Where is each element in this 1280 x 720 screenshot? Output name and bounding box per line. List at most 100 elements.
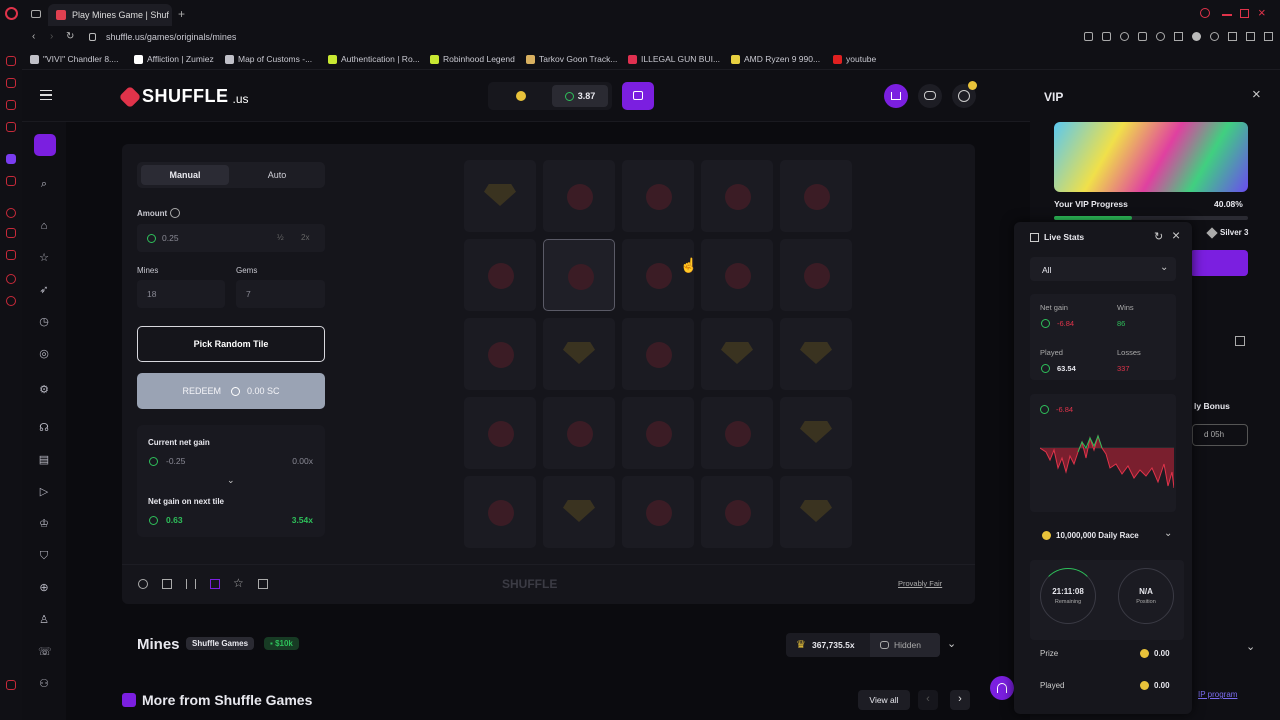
rocket-icon[interactable]: ➶ [38,284,50,296]
bookmark-item[interactable]: Affliction | Zumiez [134,54,214,64]
redeem-button[interactable]: REDEEM 0.00 SC [137,373,325,409]
chevron-down-icon[interactable]: ⌄ [947,637,956,650]
hamburger-menu-icon[interactable] [40,90,52,100]
currency-selector[interactable]: 3.87 [488,82,612,110]
live-casino-icon[interactable]: ◎ [38,348,50,360]
gift-icon[interactable] [258,579,268,589]
sidebar-icon[interactable] [6,296,16,306]
view-all-button[interactable]: View all [858,690,910,710]
mine-tile[interactable] [780,397,852,469]
close-window-icon[interactable]: × [1258,5,1266,20]
mine-tile[interactable] [543,239,615,311]
mine-tile[interactable] [701,397,773,469]
mine-tile[interactable] [543,160,615,232]
fullscreen-icon[interactable] [162,579,172,589]
mine-tile[interactable] [543,476,615,548]
user-icon[interactable]: ♙ [38,614,50,626]
chat-button[interactable] [918,84,942,108]
globe-icon[interactable]: ⊕ [38,582,50,594]
sidebar-icon[interactable] [6,176,16,186]
pick-random-tile-button[interactable]: Pick Random Tile [137,326,325,362]
bookmark-item[interactable]: ILLEGAL GUN BUI... [628,54,720,64]
vip-purple-button[interactable] [1190,250,1248,276]
mine-tile[interactable] [780,160,852,232]
extension-icon[interactable] [1210,32,1219,41]
support-chat-button[interactable] [990,676,1014,700]
mine-tile[interactable] [622,160,694,232]
double-button[interactable]: 2x [301,233,309,242]
favorite-star-icon[interactable]: ☆ [233,576,244,590]
shield-icon[interactable]: ⛉ [38,550,50,562]
play-icon[interactable] [1174,32,1183,41]
mine-tile[interactable] [464,160,536,232]
gold-coin-icon[interactable] [516,91,526,101]
mine-tile[interactable] [701,239,773,311]
download-icon[interactable] [1264,32,1273,41]
settings-icon[interactable]: ⚙ [38,384,50,396]
mine-tile[interactable] [780,476,852,548]
extension-icon[interactable] [1192,32,1201,41]
trophy-icon[interactable]: ♔ [38,518,50,530]
profile-button[interactable] [952,81,977,108]
search-tabs-icon[interactable] [1200,8,1210,18]
forward-icon[interactable]: › [50,31,53,42]
tab-mines[interactable]: Play Mines Game | Shuf [48,4,172,26]
bookmark-item[interactable]: Authentication | Ro... [328,54,420,64]
carousel-next-icon[interactable]: › [950,690,970,710]
extension-icon[interactable] [1084,32,1093,41]
publisher-badge[interactable]: Shuffle Games [186,637,255,650]
mines-select[interactable]: 18 [137,280,225,308]
mine-tile[interactable] [622,476,694,548]
mine-tile[interactable] [464,239,536,311]
info-icon[interactable] [170,208,180,218]
chevron-down-icon[interactable]: ⌄ [1246,640,1255,653]
mine-tile[interactable] [701,476,773,548]
mine-tile[interactable] [464,318,536,390]
amount-input[interactable]: 0.25 ½ 2x [137,224,325,252]
bookmark-item[interactable]: youtube [833,54,876,64]
wallet-icon[interactable]: ▤ [38,454,50,466]
sidebar-icon[interactable] [6,100,16,110]
sidebar-icon[interactable] [6,274,16,284]
reload-icon[interactable]: ↻ [66,31,74,42]
opera-logo-icon[interactable] [5,7,18,20]
mine-tile[interactable] [543,397,615,469]
sidebar-icon[interactable] [6,680,16,690]
originals-nav-button[interactable] [34,134,56,156]
mine-tile[interactable] [622,239,694,311]
bookmark-item[interactable]: Robinhood Legend [430,54,515,64]
puzzle-icon[interactable] [1228,32,1237,41]
daily-race-header[interactable]: 10,000,000 Daily Race ⌄ [1030,524,1176,548]
home-icon[interactable]: ⌂ [38,220,50,232]
back-icon[interactable]: ‹ [32,31,35,42]
workspace-icon[interactable] [31,10,41,18]
sidebar-icon[interactable] [6,208,16,218]
history-icon[interactable]: ◷ [38,316,50,328]
search-icon[interactable]: ⌕ [38,178,50,190]
vip-crown-button[interactable] [884,84,908,108]
record-multiplier-box[interactable]: ♛ 367,735.5x Hidden [786,633,940,657]
people-icon[interactable]: ⚇ [38,678,50,690]
bookmark-item[interactable]: AMD Ryzen 9 990... [731,54,820,64]
mine-tile[interactable] [701,160,773,232]
camera-icon[interactable] [1246,32,1255,41]
mine-tile[interactable] [780,318,852,390]
new-tab-icon[interactable]: + [178,7,185,21]
gift-icon[interactable] [1235,336,1245,346]
sidebar-icon[interactable] [6,250,16,260]
extension-icon[interactable] [1120,32,1129,41]
tab-auto[interactable]: Auto [233,165,321,185]
maximize-icon[interactable] [1240,9,1249,18]
heart-icon[interactable] [1156,32,1165,41]
mine-tile[interactable] [780,239,852,311]
support-icon[interactable]: ☏ [38,646,52,658]
sidebar-icon[interactable] [6,228,16,238]
mine-tile[interactable] [622,318,694,390]
balance-box[interactable]: 3.87 [552,85,608,107]
close-icon[interactable]: × [1252,86,1261,103]
vip-program-link[interactable]: IP program [1198,690,1237,699]
twitch-icon[interactable] [6,154,16,164]
gamepad-icon[interactable]: ☊ [38,422,50,434]
play-icon[interactable]: ▷ [38,486,50,498]
live-stats-icon[interactable] [210,579,220,589]
